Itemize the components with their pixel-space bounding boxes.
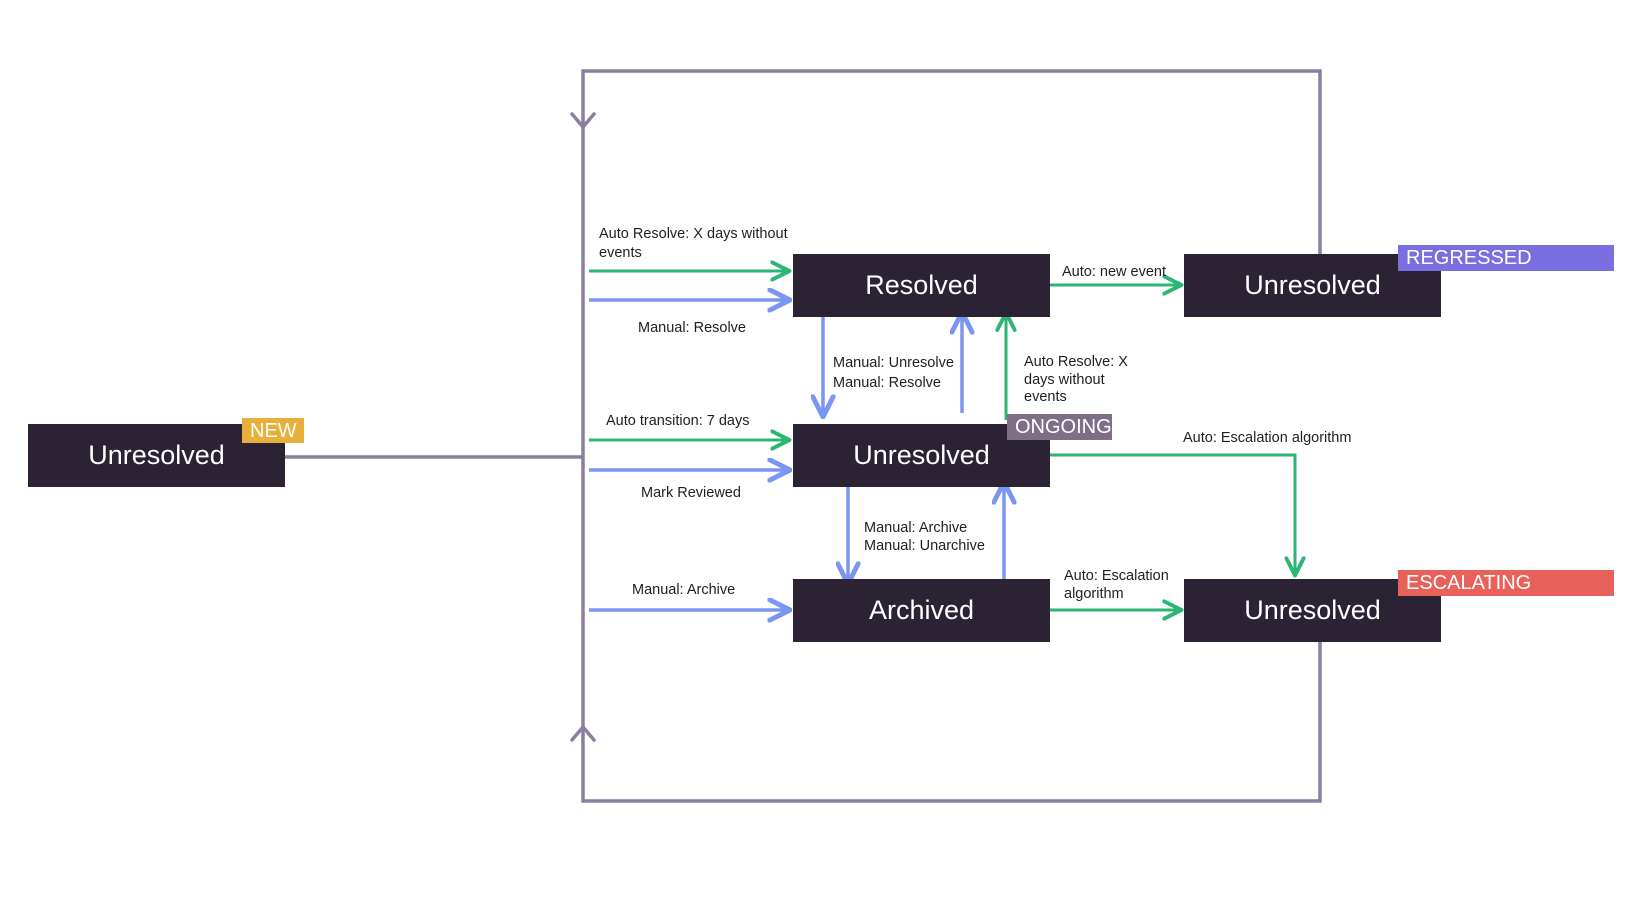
node-label: Unresolved: [88, 440, 225, 470]
edge-label-manual-resolve: Manual: Resolve: [638, 320, 746, 336]
badge-label: ONGOING: [1015, 416, 1112, 438]
edge-ongoing-to-escalating: [1050, 453, 1295, 572]
edge-label-manual-archive-vert: Manual: Archive: [864, 520, 967, 536]
edge-label-auto-escalation-bottom-line2: algorithm: [1064, 586, 1124, 602]
badge-label: NEW: [250, 420, 297, 442]
badge-ongoing: ONGOING: [1007, 414, 1112, 440]
edge-label-mark-reviewed: Mark Reviewed: [641, 485, 741, 501]
badge-label: REGRESSED: [1406, 247, 1532, 269]
diagram-canvas: Unresolved Resolved Unresolved Unresolve…: [28, 69, 1614, 803]
node-resolved[interactable]: Resolved: [793, 254, 1050, 317]
node-archived[interactable]: Archived: [793, 579, 1050, 642]
edge-label-auto-escalation-top: Auto: Escalation algorithm: [1183, 430, 1351, 446]
edge-label-auto-new-event: Auto: new event: [1062, 264, 1166, 280]
edge-label-auto-resolve-side-line3: events: [1024, 389, 1067, 405]
node-label: Unresolved: [1244, 270, 1381, 300]
edge-label-manual-unresolve: Manual: Unresolve: [833, 355, 954, 371]
node-label: Archived: [869, 595, 974, 625]
edge-label-auto-transition: Auto transition: 7 days: [606, 413, 749, 429]
edge-label-manual-archive: Manual: Archive: [632, 582, 735, 598]
state-diagram: Unresolved Resolved Unresolved Unresolve…: [0, 0, 1636, 906]
edge-label-auto-resolve-top-line1: Auto Resolve: X days without: [599, 226, 788, 242]
edge-label-auto-resolve-side-line2: days without: [1024, 372, 1105, 388]
edge-label-auto-escalation-bottom-line1: Auto: Escalation: [1064, 568, 1169, 584]
edge-label-manual-resolve-2: Manual: Resolve: [833, 375, 941, 391]
node-label: Unresolved: [853, 440, 990, 470]
edge-label-auto-resolve-side-line1: Auto Resolve: X: [1024, 354, 1128, 370]
edge-label-auto-resolve-top-line2: events: [599, 245, 642, 261]
node-label: Unresolved: [1244, 595, 1381, 625]
badge-regressed: REGRESSED: [1398, 245, 1614, 271]
badge-label: ESCALATING: [1406, 572, 1531, 594]
edge-label-manual-unarchive-vert: Manual: Unarchive: [864, 538, 985, 554]
badge-escalating: ESCALATING: [1398, 570, 1614, 596]
badge-new: NEW: [242, 418, 304, 443]
node-label: Resolved: [865, 270, 978, 300]
